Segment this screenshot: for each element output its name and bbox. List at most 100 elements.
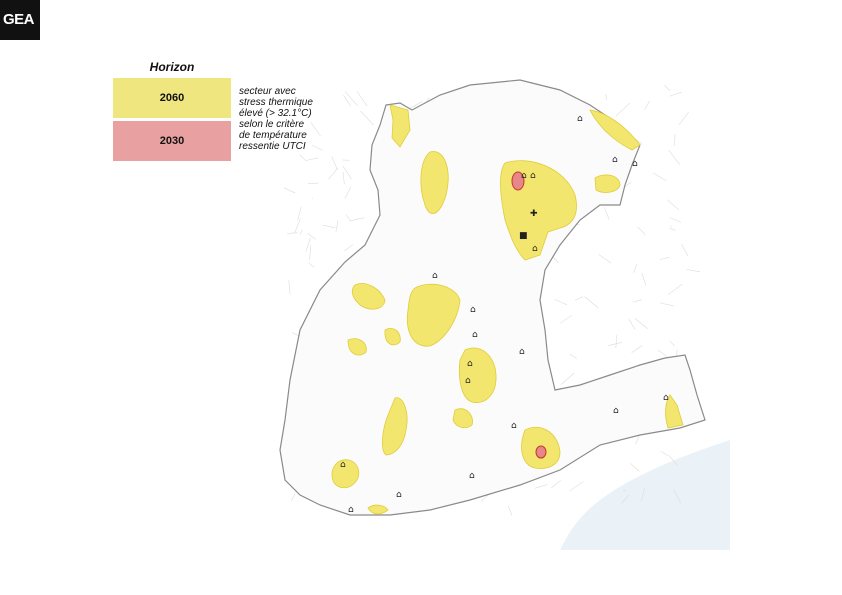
street-line bbox=[294, 218, 301, 234]
school-icon: ⌂ bbox=[472, 330, 478, 340]
street-line bbox=[342, 165, 352, 180]
school-icon: ⌂ bbox=[396, 490, 402, 500]
street-line bbox=[668, 149, 681, 165]
street-line bbox=[631, 344, 643, 354]
legend-label-2060: 2060 bbox=[159, 92, 185, 104]
street-line bbox=[681, 244, 689, 257]
street-line bbox=[615, 102, 631, 117]
street-line bbox=[659, 256, 670, 260]
street-line bbox=[323, 224, 336, 229]
street-line bbox=[628, 318, 636, 330]
street-line bbox=[678, 111, 690, 126]
street-line bbox=[669, 340, 675, 347]
school-icon: ⌂ bbox=[577, 114, 583, 124]
street-line bbox=[507, 505, 513, 516]
street-line bbox=[569, 353, 577, 359]
school-icon: ⌂ bbox=[348, 505, 354, 515]
street-line bbox=[559, 314, 572, 324]
street-line bbox=[288, 279, 291, 295]
street-line bbox=[335, 220, 339, 233]
street-line bbox=[345, 214, 351, 222]
building-icon: ■ bbox=[519, 231, 528, 241]
street-line bbox=[534, 484, 548, 489]
school-icon: ⌂ bbox=[511, 421, 517, 431]
street-line bbox=[667, 283, 683, 295]
school-icon: ⌂ bbox=[470, 305, 476, 315]
street-line bbox=[299, 154, 307, 162]
school-icon: ⌂ bbox=[519, 347, 525, 357]
school-icon: ⌂ bbox=[465, 376, 471, 386]
street-line bbox=[652, 172, 667, 182]
school-icon: ⌂ bbox=[632, 159, 638, 169]
street-line bbox=[584, 296, 599, 309]
street-line bbox=[615, 334, 618, 349]
street-line bbox=[291, 493, 296, 502]
street-line bbox=[344, 186, 351, 199]
school-icon: ⌂ bbox=[530, 171, 536, 181]
street-line bbox=[635, 435, 640, 445]
street-line bbox=[360, 110, 374, 126]
street-line bbox=[311, 145, 323, 151]
street-line bbox=[632, 299, 642, 303]
street-line bbox=[664, 85, 671, 91]
school-icon: ⌂ bbox=[340, 460, 346, 470]
school-icon: ⌂ bbox=[521, 171, 527, 181]
zone-2060 bbox=[594, 174, 621, 193]
street-line bbox=[605, 94, 607, 101]
street-line bbox=[344, 91, 358, 106]
legend-swatch-2030: 2030 bbox=[113, 121, 231, 161]
street-line bbox=[633, 263, 638, 273]
legend-title: Horizon bbox=[149, 60, 195, 74]
street-line bbox=[308, 262, 315, 268]
street-line bbox=[344, 243, 354, 252]
street-line bbox=[554, 299, 568, 306]
street-line bbox=[657, 349, 667, 357]
zone-2030 bbox=[535, 445, 547, 459]
street-line bbox=[287, 232, 298, 234]
street-line bbox=[310, 122, 321, 137]
school-icon: ⌂ bbox=[532, 244, 538, 254]
school-icon: ⌂ bbox=[467, 359, 473, 369]
legend-label-2030: 2030 bbox=[159, 135, 185, 147]
street-line bbox=[637, 226, 646, 235]
street-line bbox=[604, 207, 610, 220]
street-line bbox=[307, 233, 316, 240]
street-line bbox=[356, 91, 368, 107]
street-line bbox=[686, 269, 701, 273]
street-line bbox=[350, 217, 365, 221]
street-line bbox=[569, 481, 584, 492]
city-map[interactable]: ⌂ ⌂ ⌂ ⌂ ⌂ ✚ ■ ⌂ ⌂ ⌂ ⌂ ⌂ ⌂ ⌂ ⌂ ⌂ ⌂ ⌂ ⌂ ⌂ … bbox=[240, 50, 730, 550]
gea-logo: GEA bbox=[0, 0, 40, 40]
street-line bbox=[305, 237, 311, 253]
street-line bbox=[644, 100, 650, 110]
hospital-cross-icon: ✚ bbox=[530, 209, 538, 219]
street-line bbox=[629, 463, 640, 472]
street-line bbox=[669, 91, 682, 97]
street-line bbox=[669, 228, 676, 231]
street-line bbox=[328, 168, 338, 180]
street-line bbox=[283, 187, 296, 194]
street-line bbox=[641, 272, 647, 286]
school-icon: ⌂ bbox=[469, 471, 475, 481]
school-icon: ⌂ bbox=[612, 155, 618, 165]
logo-text: GEA bbox=[3, 11, 35, 28]
commune-boundary bbox=[279, 79, 706, 516]
street-line bbox=[305, 157, 319, 161]
school-icon: ⌂ bbox=[663, 393, 669, 403]
street-line bbox=[659, 302, 674, 307]
street-line bbox=[666, 199, 680, 211]
street-line bbox=[574, 296, 584, 301]
street-line bbox=[342, 171, 345, 185]
lake-area bbox=[560, 440, 730, 550]
street-line bbox=[669, 217, 682, 223]
street-line bbox=[331, 156, 338, 170]
street-line bbox=[309, 244, 311, 260]
school-icon: ⌂ bbox=[613, 406, 619, 416]
street-line bbox=[598, 254, 612, 264]
street-line bbox=[608, 342, 623, 346]
school-icon: ⌂ bbox=[432, 271, 438, 281]
street-line bbox=[560, 372, 575, 385]
street-line bbox=[299, 229, 303, 235]
street-line bbox=[551, 480, 561, 489]
legend-swatch-2060: 2060 bbox=[113, 78, 231, 118]
